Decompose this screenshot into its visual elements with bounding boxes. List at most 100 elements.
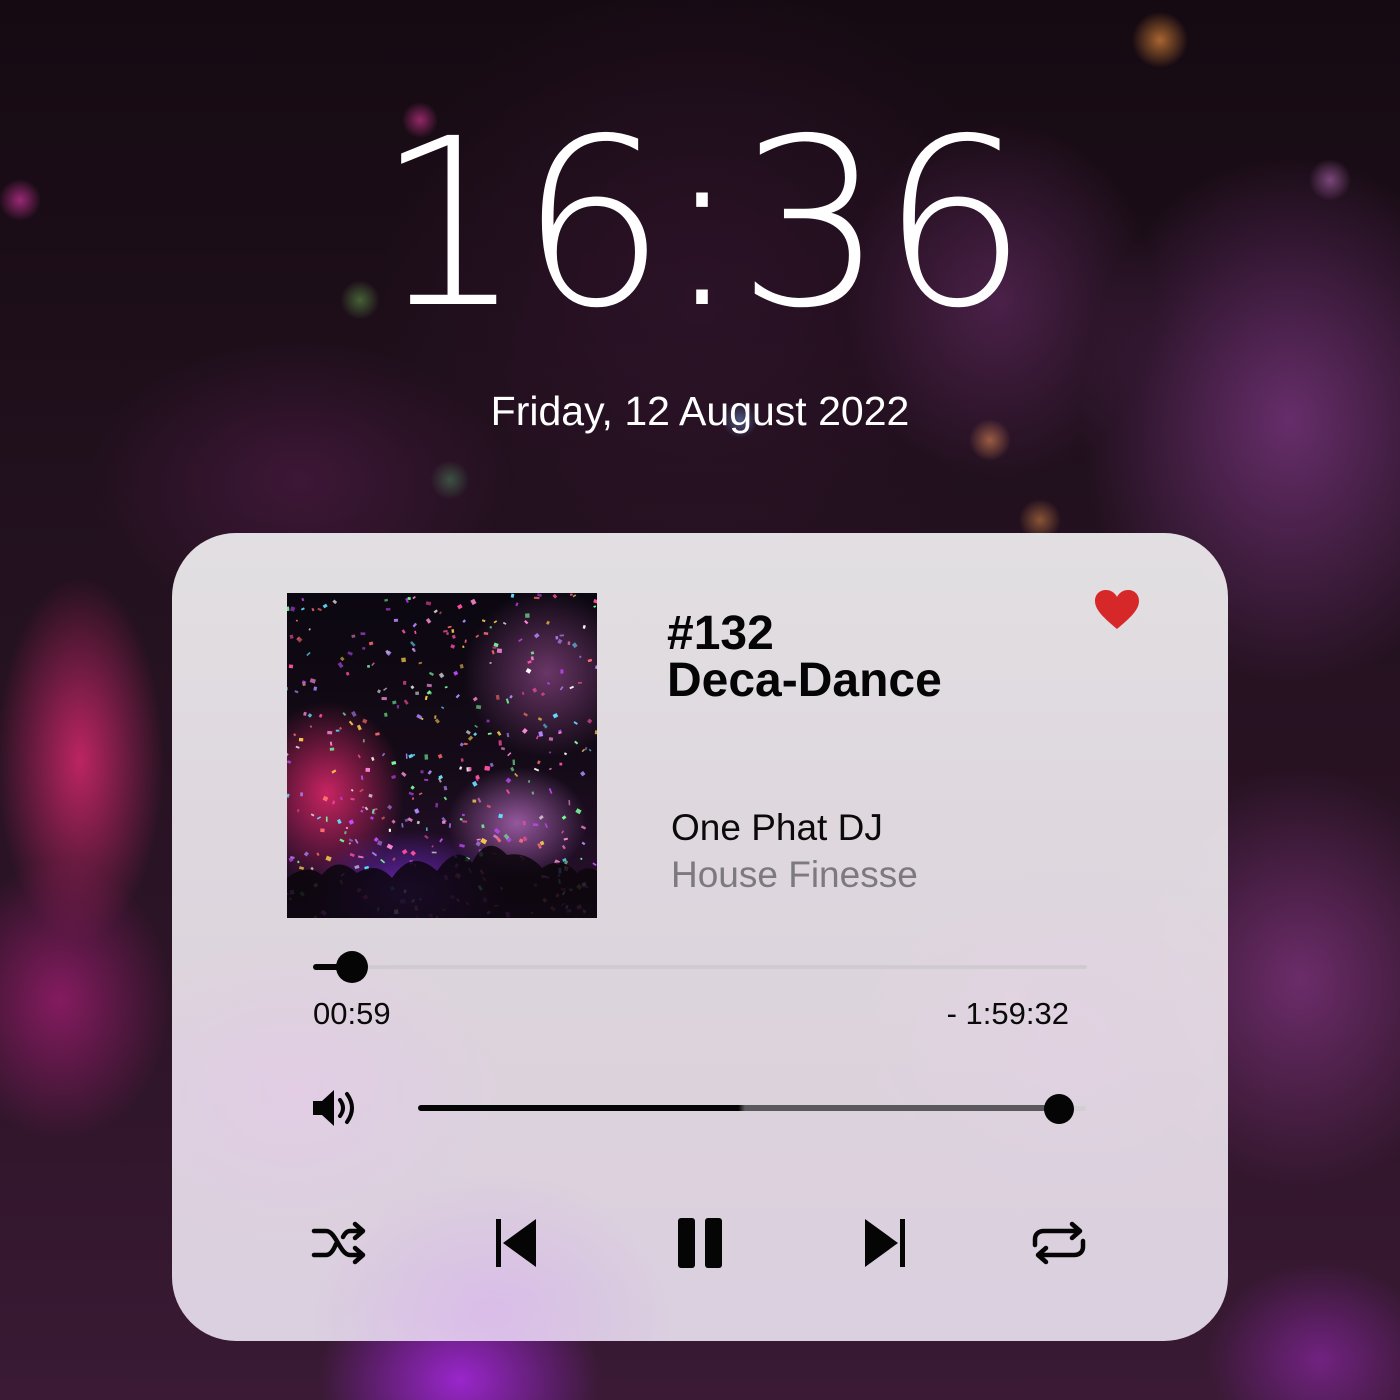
confetti-piece [438,672,445,679]
confetti-piece [322,603,328,609]
confetti-piece [325,855,332,862]
confetti-piece [311,607,315,612]
pause-icon [678,1218,722,1268]
confetti-piece [514,772,519,777]
confetti-piece [425,601,432,606]
confetti-piece [460,758,464,762]
confetti-piece [303,851,309,857]
confetti-piece [518,838,524,844]
skip-next-icon [865,1219,905,1267]
confetti-piece [383,687,388,691]
confetti-piece [537,717,543,721]
confetti-piece [509,694,513,699]
confetti-piece [480,837,488,845]
confetti-piece [548,751,552,754]
confetti-piece [415,691,420,696]
confetti-piece [294,690,299,694]
confetti-piece [391,761,397,766]
confetti-piece [380,858,386,864]
confetti-piece [496,730,502,736]
confetti-piece [411,797,415,800]
confetti-piece [438,611,442,615]
confetti-piece [327,730,333,735]
confetti-piece [463,742,468,746]
confetti-piece [410,850,416,857]
confetti-piece [310,866,314,871]
confetti-piece [296,636,303,643]
confetti-piece [532,687,538,693]
confetti-piece [577,681,582,684]
volume-fill [418,1105,1059,1111]
confetti-piece [424,754,429,760]
confetti-piece [443,796,448,801]
confetti-piece [381,697,387,701]
confetti-piece [320,828,325,833]
confetti-piece [521,728,528,734]
confetti-piece [544,823,548,829]
confetti-piece [410,785,415,790]
confetti-piece [486,804,492,809]
favorite-heart-icon[interactable] [1094,589,1140,631]
confetti-piece [362,739,365,743]
confetti-piece [375,732,380,736]
confetti-piece [493,620,498,624]
confetti-piece [296,809,300,813]
confetti-piece [374,808,378,811]
next-track-button[interactable] [855,1213,915,1273]
confetti-piece [464,639,467,643]
confetti-piece [530,651,535,655]
artist-name[interactable]: One Phat DJ [671,807,883,849]
confetti-piece [445,631,450,636]
shuffle-button[interactable] [310,1213,370,1273]
confetti-piece [459,843,465,848]
confetti-piece [462,645,465,649]
volume-thumb[interactable] [1044,1094,1074,1124]
confetti-piece [559,634,565,637]
elapsed-time: 00:59 [313,996,391,1031]
confetti-piece [287,793,290,798]
confetti-piece [567,641,571,645]
confetti-piece [428,671,434,676]
speaker-volume-icon[interactable] [310,1082,362,1134]
confetti-piece [548,767,552,771]
confetti-piece [360,809,364,813]
confetti-piece [361,806,365,809]
pause-button[interactable] [670,1213,730,1273]
confetti-piece [288,664,294,669]
confetti-piece [337,661,344,669]
confetti-piece [371,662,375,667]
confetti-piece [536,593,543,598]
confetti-piece [377,689,382,694]
confetti-piece [407,597,411,601]
confetti-piece [384,598,389,602]
repeat-button[interactable] [1029,1213,1089,1273]
confetti-piece [498,813,504,819]
confetti-piece [561,830,565,834]
previous-track-button[interactable] [486,1213,546,1273]
confetti-piece [367,665,370,668]
confetti-piece [381,816,386,820]
confetti-piece [431,851,437,854]
confetti-piece [510,766,515,772]
confetti-piece [412,622,418,628]
album-name[interactable]: House Finesse [671,854,918,896]
confetti-piece [527,660,532,664]
confetti-piece [424,834,429,840]
confetti-piece [303,711,307,716]
confetti-piece [522,836,528,842]
album-artwork[interactable] [287,593,597,918]
volume-slider[interactable] [418,1093,1086,1124]
confetti-piece [365,767,371,772]
confetti-piece [552,593,558,599]
confetti-piece [563,752,568,756]
confetti-piece [335,729,340,732]
playback-progress-slider[interactable] [313,951,1087,983]
confetti-piece [557,638,563,645]
confetti-piece [450,644,456,649]
confetti-piece [592,862,597,867]
confetti-piece [546,682,551,685]
confetti-piece [486,719,490,723]
progress-thumb[interactable] [336,951,368,983]
confetti-piece [442,820,446,824]
confetti-piece [437,753,443,759]
